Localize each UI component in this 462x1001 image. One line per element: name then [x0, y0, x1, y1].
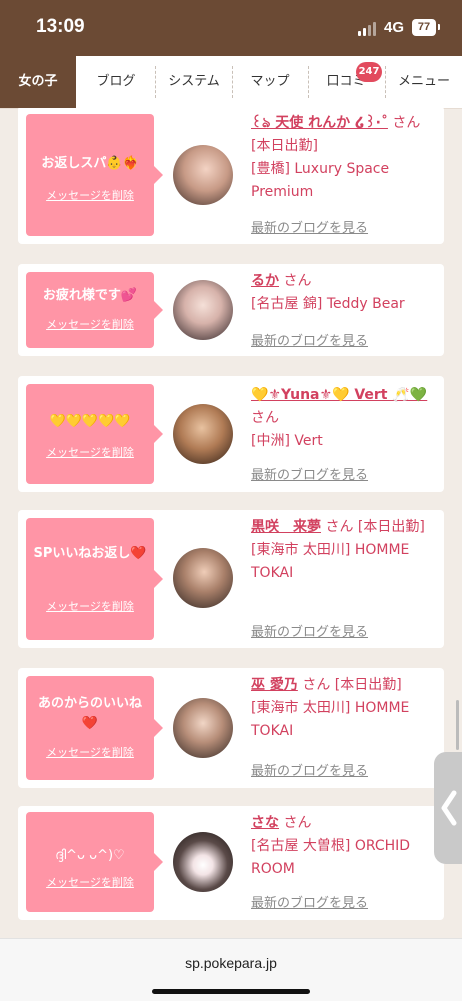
avatar[interactable] [173, 280, 233, 340]
message-bubble: ദ്ദി^ᴗ ᴗ^)♡ メッセージを削除 [26, 812, 163, 912]
honorific: さん [302, 677, 331, 693]
chevron-left-icon [441, 790, 457, 826]
message-bubble: SPいいねお返し❤️ メッセージを削除 [26, 518, 163, 640]
tab-map[interactable]: マップ [233, 56, 307, 108]
latest-blog-link[interactable]: 最新のブログを見る [251, 892, 368, 911]
message-bubble: 💛💛💛💛💛 メッセージを削除 [26, 384, 163, 484]
message-text: 💛💛💛💛💛 [49, 414, 131, 429]
girl-info: 巫 愛乃 さん [本日出勤] [東海市 太田川] HOMME TOKAI [251, 674, 439, 743]
girl-info: るか さん [名古屋 錦] Teddy Bear [251, 270, 439, 316]
message-text: ദ്ദി^ᴗ ᴗ^)♡ [55, 848, 125, 863]
girl-name-link[interactable]: 巫 愛乃 [251, 677, 298, 693]
message-card: 💛💛💛💛💛 メッセージを削除 💛⚜Yuna⚜💛 Vert 🥂💚 さん [中洲] … [18, 376, 444, 492]
tab-menu[interactable]: メニュー [386, 56, 462, 108]
girl-name-link[interactable]: さな [251, 815, 279, 831]
latest-blog-link[interactable]: 最新のブログを見る [251, 621, 368, 640]
browser-url-bar[interactable]: sp.pokepara.jp [0, 938, 462, 1001]
home-indicator[interactable] [152, 989, 310, 994]
signal-icon [358, 20, 378, 36]
message-list: お返しスパ👶❤️‍🔥 メッセージを削除 ꒰ঌ 天使 れんか ໒꒱·˚ さん [本… [0, 108, 462, 938]
message-card: あのからのいいね❤️ メッセージを削除 巫 愛乃 さん [本日出勤] [東海市 … [18, 668, 444, 788]
shop-info: [名古屋 錦] Teddy Bear [251, 296, 405, 312]
message-card: SPいいねお返し❤️ メッセージを削除 黒咲 来夢 さん [本日出勤] [東海市… [18, 510, 444, 648]
shop-info: [本日出勤] [豊橋] Luxury Space Premium [251, 138, 390, 200]
tab-system[interactable]: システム [156, 56, 232, 108]
delete-message-link[interactable]: メッセージを削除 [26, 316, 154, 332]
honorific: さん [251, 410, 279, 426]
message-text: SPいいねお返し❤️ [33, 546, 147, 561]
battery-icon: 77 [412, 19, 440, 36]
honorific: さん [283, 273, 312, 289]
network-type: 4G [384, 19, 405, 36]
tab-blog[interactable]: ブログ [76, 56, 156, 108]
scrollbar[interactable] [456, 700, 459, 750]
side-panel-handle[interactable] [434, 752, 462, 864]
avatar[interactable] [173, 145, 233, 205]
delete-message-link[interactable]: メッセージを削除 [26, 874, 154, 890]
message-bubble: お返しスパ👶❤️‍🔥 メッセージを削除 [26, 114, 163, 236]
message-text: あのからのいいね❤️ [37, 696, 142, 731]
girl-name-link[interactable]: るか [251, 273, 279, 289]
clock: 13:09 [36, 16, 85, 37]
honorific: さん [325, 519, 354, 535]
girl-name-link[interactable]: 💛⚜Yuna⚜💛 Vert 🥂💚 [251, 387, 427, 403]
latest-blog-link[interactable]: 最新のブログを見る [251, 330, 368, 349]
girl-info: さな さん [名古屋 大曽根] ORCHID ROOM [251, 812, 439, 881]
delete-message-link[interactable]: メッセージを削除 [26, 187, 154, 203]
avatar[interactable] [173, 698, 233, 758]
honorific: さん [283, 815, 312, 831]
latest-blog-link[interactable]: 最新のブログを見る [251, 217, 368, 236]
shop-info: [名古屋 大曽根] ORCHID ROOM [251, 838, 411, 877]
delete-message-link[interactable]: メッセージを削除 [26, 744, 154, 760]
girl-info: 黒咲 来夢 さん [本日出勤] [東海市 太田川] HOMME TOKAI [251, 516, 439, 585]
avatar[interactable] [173, 548, 233, 608]
message-card: お返しスパ👶❤️‍🔥 メッセージを削除 ꒰ঌ 天使 れんか ໒꒱·˚ さん [本… [18, 108, 444, 244]
honorific: さん [392, 115, 421, 131]
status-bar: 13:09 4G 77 [0, 0, 462, 56]
message-bubble: あのからのいいね❤️ メッセージを削除 [26, 676, 163, 780]
reviews-badge: 247 [356, 62, 382, 82]
message-card: お疲れ様です💕 メッセージを削除 るか さん [名古屋 錦] Teddy Bea… [18, 264, 444, 356]
url-text[interactable]: sp.pokepara.jp [0, 955, 462, 971]
avatar[interactable] [173, 404, 233, 464]
avatar[interactable] [173, 832, 233, 892]
message-text: お疲れ様です💕 [42, 288, 138, 303]
girl-info: 💛⚜Yuna⚜💛 Vert 🥂💚 さん [中洲] Vert [251, 384, 439, 453]
delete-message-link[interactable]: メッセージを削除 [26, 598, 154, 614]
latest-blog-link[interactable]: 最新のブログを見る [251, 464, 368, 483]
top-nav: 女の子 ブログ システム マップ 口コミ 247 メニュー [0, 56, 462, 109]
shop-info: [中洲] Vert [251, 433, 323, 449]
girl-name-link[interactable]: ꒰ঌ 天使 れんか ໒꒱·˚ [251, 115, 388, 131]
message-card: ദ്ദി^ᴗ ᴗ^)♡ メッセージを削除 さな さん [名古屋 大曽根] ORC… [18, 806, 444, 920]
girl-info: ꒰ঌ 天使 れんか ໒꒱·˚ さん [本日出勤] [豊橋] Luxury Spa… [251, 112, 439, 204]
message-bubble: お疲れ様です💕 メッセージを削除 [26, 272, 163, 348]
girl-name-link[interactable]: 黒咲 来夢 [251, 519, 321, 535]
latest-blog-link[interactable]: 最新のブログを見る [251, 760, 368, 779]
tab-girls[interactable]: 女の子 [0, 56, 76, 108]
message-text: お返しスパ👶❤️‍🔥 [41, 156, 139, 171]
delete-message-link[interactable]: メッセージを削除 [26, 444, 154, 460]
